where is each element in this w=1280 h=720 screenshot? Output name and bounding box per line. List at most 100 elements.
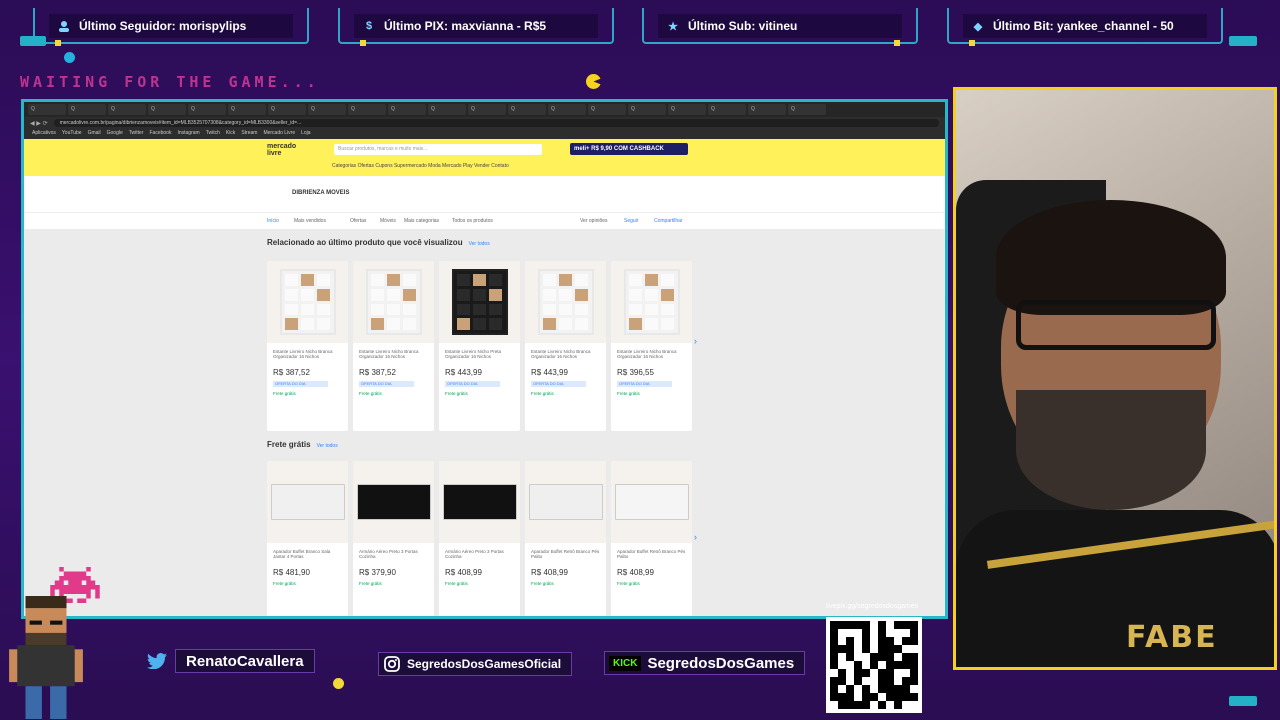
browser-tab[interactable]: Q [548, 104, 586, 115]
product-title[interactable]: Estante Livreiro Nicho Branca Organizado… [267, 343, 348, 365]
product-card[interactable]: Aparador Buffet Branco Sala Jantar 4 Por… [267, 461, 348, 616]
share-button[interactable]: Compartilhar [654, 218, 683, 224]
ml-nav[interactable]: Categorias Ofertas Cupons Supermercado M… [332, 163, 509, 169]
browser-tab[interactable]: Q [508, 104, 546, 115]
section-related-label: Relacionado ao último produto que você v… [267, 238, 463, 247]
product-title[interactable]: Armário Aéreo Preto 3 Portas Cozinha [353, 543, 434, 565]
browser-tab[interactable]: Q [28, 104, 66, 115]
bookmark-item[interactable]: Google [107, 130, 123, 138]
bookmark-item[interactable]: Mercado Livre [263, 130, 295, 138]
product-price: R$ 387,52 [273, 368, 310, 377]
browser-tab[interactable]: Q [228, 104, 266, 115]
browser-tab[interactable]: Q [348, 104, 386, 115]
subnav-item[interactable]: Todos os produtos [452, 218, 493, 224]
product-image[interactable] [525, 261, 606, 343]
product-title[interactable]: Aparador Buffet Branco Sala Jantar 4 Por… [267, 543, 348, 565]
product-card[interactable]: Estante Livreiro Nicho Branca Organizado… [267, 261, 348, 431]
bookmark-item[interactable]: Loja [301, 130, 310, 138]
bookmark-item[interactable]: Facebook [149, 130, 171, 138]
address-bar[interactable]: mercadolivre.com.br/pagina/dibrienzamove… [53, 119, 939, 127]
bookmark-item[interactable]: Twitter [129, 130, 144, 138]
product-price: R$ 443,99 [445, 368, 482, 377]
product-image[interactable] [267, 461, 348, 543]
bookmark-item[interactable]: Kick [226, 130, 235, 138]
ml-promo-banner[interactable]: meli+ R$ 9,90 COM CASHBACK [570, 143, 688, 155]
product-image[interactable] [611, 261, 692, 343]
follow-button[interactable]: Seguir [624, 218, 638, 224]
product-card[interactable]: Armário Aéreo Preto 3 Portas Cozinha R$ 3… [353, 461, 434, 616]
section-free-shipping-link[interactable]: Ver todos [317, 443, 338, 449]
product-card[interactable]: Estante Livreiro Nicho Preta Organizador… [439, 261, 520, 431]
product-card[interactable]: Aparador Buffet Retrô Branco Pés Palito R… [611, 461, 692, 616]
free-shipping-label: Frete grátis [359, 391, 382, 396]
product-price: R$ 396,55 [617, 368, 654, 377]
subnav-item[interactable]: Mais categorias [404, 218, 439, 224]
ml-header: mercado livre Buscar produtos, marcas e m… [24, 139, 945, 176]
social-kick[interactable]: KICK SegredosDosGames [604, 650, 806, 676]
product-price: R$ 408,99 [617, 568, 654, 577]
browser-tab[interactable]: Q [628, 104, 666, 115]
product-title[interactable]: Aparador Buffet Retrô Branco Pés Palito [611, 543, 692, 565]
subnav-item[interactable]: Início [267, 218, 279, 224]
bookmark-item[interactable]: YouTube [62, 130, 82, 138]
browser-tab[interactable]: Q [188, 104, 226, 115]
browser-tab[interactable]: Q [468, 104, 506, 115]
browser-tab[interactable]: Q [108, 104, 146, 115]
bookmark-item[interactable]: Stream [241, 130, 257, 138]
ml-logo-line2: livre [267, 150, 282, 157]
carousel-next-icon[interactable]: › [694, 532, 697, 542]
store-subnav: Início Mais vendidos Ofertas Móveis Mais… [24, 212, 945, 229]
ml-logo[interactable]: mercado livre [267, 143, 296, 157]
browser-tab[interactable]: Q [708, 104, 746, 115]
browser-tab[interactable]: Q [428, 104, 466, 115]
product-image[interactable] [439, 261, 520, 343]
qr-code[interactable] [826, 617, 922, 713]
bookmark-item[interactable]: Instagram [177, 130, 199, 138]
subnav-item[interactable]: Mais vendidos [294, 218, 326, 224]
bookmark-item[interactable]: Gmail [88, 130, 101, 138]
decor-dot [333, 678, 344, 689]
bookmark-item[interactable]: Twitch [206, 130, 220, 138]
product-title[interactable]: Armário Aéreo Preto 3 Portas Cozinha [439, 543, 520, 565]
product-title[interactable]: Estante Livreiro Nicho Branca Organizado… [611, 343, 692, 365]
product-image[interactable] [353, 461, 434, 543]
product-image[interactable] [267, 261, 348, 343]
free-shipping-label: Frete grátis [273, 581, 296, 586]
browser-tab[interactable]: Q [148, 104, 186, 115]
browser-tab[interactable]: Q [308, 104, 346, 115]
subnav-item[interactable]: Móveis [380, 218, 396, 224]
product-title[interactable]: Estante Livreiro Nicho Branca Organizado… [353, 343, 434, 365]
product-image[interactable] [439, 461, 520, 543]
browser-tab[interactable]: Q [388, 104, 426, 115]
carousel-next-icon[interactable]: › [694, 336, 697, 346]
product-card[interactable]: Estante Livreiro Nicho Branca Organizado… [525, 261, 606, 431]
product-card[interactable]: Armário Aéreo Preto 3 Portas Cozinha R$ 4… [439, 461, 520, 616]
instagram-box: SegredosDosGamesOficial [378, 652, 573, 676]
product-price: R$ 408,99 [445, 568, 482, 577]
subnav-item[interactable]: Ofertas [350, 218, 366, 224]
product-title[interactable]: Estante Livreiro Nicho Preta Organizador… [439, 343, 520, 365]
product-image[interactable] [611, 461, 692, 543]
bookmark-item[interactable]: Aplicativos [32, 130, 56, 138]
browser-tab[interactable]: Q [668, 104, 706, 115]
browser-tab[interactable]: Q [788, 104, 826, 115]
product-image[interactable] [525, 461, 606, 543]
browser-tab[interactable]: Q [588, 104, 626, 115]
product-image[interactable] [353, 261, 434, 343]
product-title[interactable]: Estante Livreiro Nicho Branca Organizado… [525, 343, 606, 365]
product-title[interactable]: Aparador Buffet Retrô Branco Pés Palito [525, 543, 606, 565]
subnav-item[interactable]: Ver opiniões [580, 218, 608, 224]
social-twitter[interactable]: RenatoCavallera [145, 648, 315, 674]
glasses [1016, 300, 1216, 350]
ml-search-input[interactable]: Buscar produtos, marcas e muito mais... [334, 144, 542, 155]
section-related-link[interactable]: Ver todos [469, 241, 490, 247]
product-card[interactable]: Estante Livreiro Nicho Branca Organizado… [611, 261, 692, 431]
back-icon[interactable]: ◀ ▶ ⟳ [30, 120, 48, 127]
social-instagram[interactable]: SegredosDosGamesOficial [378, 651, 573, 677]
browser-tabs: QQQQQQQQQQQQQQQQQQQQ [24, 102, 945, 117]
browser-tab[interactable]: Q [268, 104, 306, 115]
product-card[interactable]: Estante Livreiro Nicho Branca Organizado… [353, 261, 434, 431]
browser-tab[interactable]: Q [68, 104, 106, 115]
product-card[interactable]: Aparador Buffet Retrô Branco Pés Palito R… [525, 461, 606, 616]
browser-tab[interactable]: Q [748, 104, 786, 115]
